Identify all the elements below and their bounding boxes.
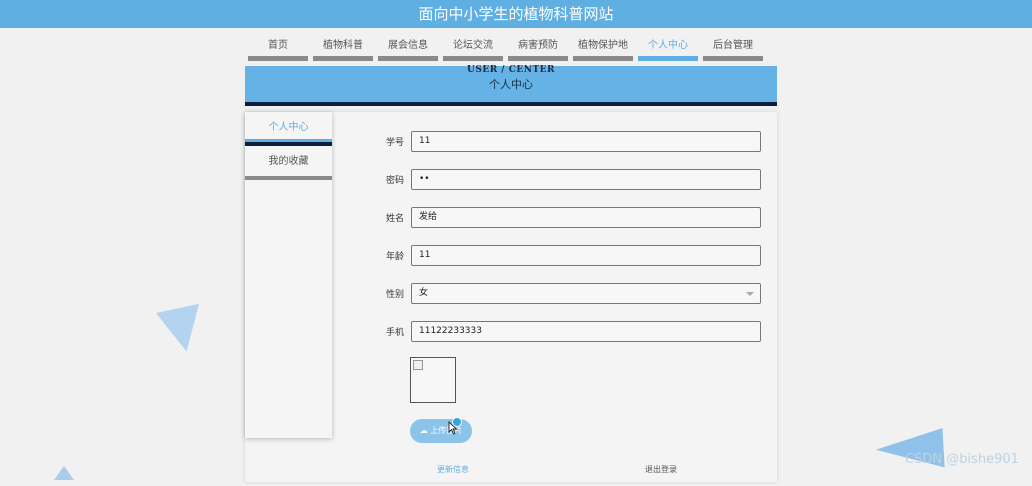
nav-item-plant-science[interactable]: 植物科普 <box>313 36 373 61</box>
site-title: 面向中小学生的植物科普网站 <box>0 0 1032 28</box>
form-row-phone: 手机 11122233333 <box>386 320 761 342</box>
chevron-down-icon <box>746 291 754 296</box>
sidebar-item-user-center[interactable]: 个人中心 <box>245 114 332 146</box>
gender-select-value: 女 <box>419 287 429 298</box>
nav-item-forum[interactable]: 论坛交流 <box>443 36 503 61</box>
gender-select[interactable]: 女 <box>411 282 761 304</box>
form-row-name: 姓名 发给 <box>386 206 761 228</box>
label-gender: 性别 <box>386 289 405 300</box>
form-row-age: 年龄 11 <box>386 244 761 266</box>
student-id-input[interactable]: 11 <box>411 130 761 152</box>
nav-item-exhibitions[interactable]: 展会信息 <box>378 36 438 61</box>
label-phone: 手机 <box>386 327 405 338</box>
form-row-gender: 性别 女 <box>386 282 761 304</box>
update-info-button[interactable]: 更新信息 <box>437 464 469 475</box>
sidebar-item-favorites[interactable]: 我的收藏 <box>245 148 332 180</box>
nav-item-home[interactable]: 首页 <box>248 36 308 61</box>
banner-title-cn: 个人中心 <box>489 78 533 91</box>
age-input[interactable]: 11 <box>411 244 761 266</box>
label-name: 姓名 <box>386 213 405 224</box>
phone-input[interactable]: 11122233333 <box>411 320 761 342</box>
nav-item-plant-reserve[interactable]: 植物保护地 <box>573 36 633 61</box>
avatar-preview <box>410 357 456 403</box>
upload-image-button[interactable]: ☁ 上传图片 <box>410 419 472 443</box>
decorative-triangle-bottom-left <box>54 466 74 480</box>
banner-title-en: USER / CENTER <box>466 65 556 75</box>
cloud-upload-icon: ☁ <box>419 426 428 435</box>
form-row-student-id: 学号 11 <box>386 130 761 152</box>
label-password: 密码 <box>386 175 405 186</box>
label-age: 年龄 <box>386 251 405 262</box>
nav-item-disease-prevention[interactable]: 病害预防 <box>508 36 568 61</box>
form-row-password: 密码 •• <box>386 168 761 190</box>
nav-item-user-center[interactable]: 个人中心 <box>638 36 698 61</box>
nav-item-admin[interactable]: 后台管理 <box>703 36 763 61</box>
mouse-cursor-icon <box>448 421 458 435</box>
password-input[interactable]: •• <box>411 168 761 190</box>
sidebar: 个人中心 我的收藏 <box>245 112 332 438</box>
broken-image-icon <box>413 360 423 370</box>
label-student-id: 学号 <box>386 137 405 148</box>
name-input[interactable]: 发给 <box>411 206 761 228</box>
page-banner: USER / CENTER 个人中心 <box>245 66 777 106</box>
logout-button[interactable]: 退出登录 <box>645 464 677 475</box>
watermark: CSDN @bishe901 <box>905 452 1019 467</box>
decorative-triangle-left <box>155 303 209 357</box>
main-nav: 首页 植物科普 展会信息 论坛交流 病害预防 植物保护地 个人中心 后台管理 <box>248 36 763 62</box>
